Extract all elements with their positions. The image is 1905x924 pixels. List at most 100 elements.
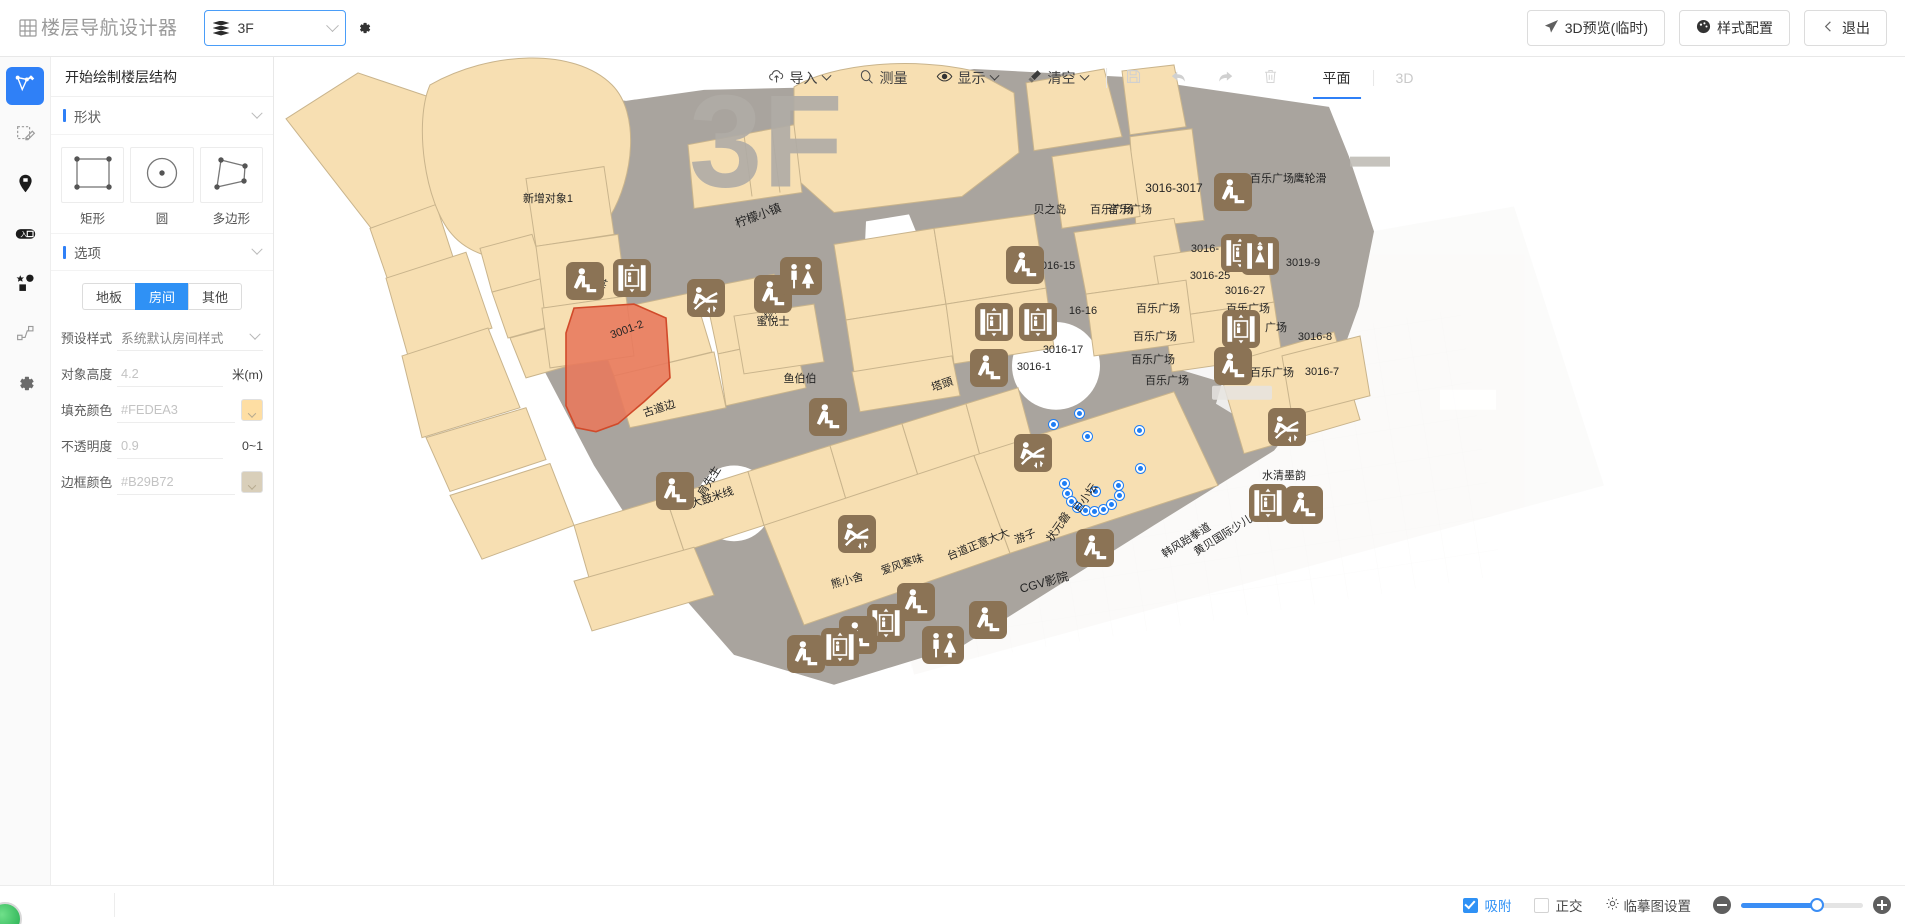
preset-style-select[interactable]: 系统默认房间样式 [117, 325, 263, 351]
options-section-header[interactable]: 选项 [51, 233, 273, 271]
status-bar-right: 吸附 正交 临摹图设置 [1463, 895, 1892, 915]
map-marker-stairs-icon[interactable] [1076, 529, 1114, 567]
shape-section-header[interactable]: 形状 [51, 97, 273, 135]
map-marker-stairs-icon[interactable] [656, 472, 694, 510]
map-marker-stairs-icon[interactable] [809, 398, 847, 436]
map-marker-stairs-icon[interactable] [566, 262, 604, 300]
zoom-slider[interactable] [1741, 903, 1863, 908]
exit-label: 退出 [1842, 18, 1870, 38]
panel-heading: 开始绘制楼层结构 [51, 57, 273, 97]
fill-color-swatch[interactable] [241, 399, 263, 421]
field-preset-style: 预设样式 系统默认房间样式 [51, 324, 273, 351]
map-marker-stairs-icon[interactable] [787, 635, 825, 673]
zoom-out-icon[interactable] [1713, 896, 1731, 914]
sidebar-item-settings-tool[interactable] [6, 367, 44, 405]
chevron-down-icon [1079, 70, 1089, 80]
save-icon [1125, 68, 1142, 88]
tab-floor[interactable]: 地板 [82, 283, 135, 310]
map-marker-escalator-icon[interactable] [687, 279, 725, 317]
reference-image-settings[interactable]: 临摹图设置 [1605, 895, 1692, 915]
zoom-slider-knob[interactable] [1810, 898, 1824, 912]
sidebar-item-entrance-tool[interactable]: 入 [6, 217, 44, 255]
display-tool[interactable]: 显示 [922, 57, 1012, 99]
zoom-control [1713, 896, 1891, 914]
tab-room[interactable]: 房间 [135, 283, 188, 310]
measure-label: 测量 [880, 68, 908, 88]
map-marker-elevator-icon[interactable] [1222, 310, 1260, 348]
field-border-color: 边框颜色 #B29B72 [51, 468, 273, 495]
tab-plan[interactable]: 平面 [1301, 57, 1373, 99]
map-marker-escalator-icon[interactable] [1014, 434, 1052, 472]
tab-3d[interactable]: 3D [1374, 57, 1436, 99]
import-tool[interactable]: 导入 [754, 57, 844, 99]
map-marker-stairs-icon[interactable] [1285, 486, 1323, 524]
chevron-down-icon [249, 329, 260, 340]
map-marker-stairs-icon[interactable] [969, 601, 1007, 639]
map-marker-stairs-icon[interactable] [1214, 347, 1252, 385]
fill-color-input[interactable]: #FEDEA3 [117, 397, 235, 423]
ortho-checkbox[interactable]: 正交 [1534, 895, 1583, 915]
map-marker-elevator-icon[interactable] [975, 303, 1013, 341]
undo-tool[interactable] [1156, 57, 1202, 99]
zoom-in-icon[interactable] [1873, 896, 1891, 914]
map-marker-escalator-icon[interactable] [1268, 408, 1306, 446]
floor-map-svg[interactable]: 3F [274, 57, 1905, 885]
style-config-button[interactable]: 样式配置 [1679, 10, 1790, 46]
clear-tool[interactable]: 清空 [1012, 57, 1102, 99]
object-height-input[interactable]: 4.2 [117, 361, 223, 387]
map-marker-stairs-icon[interactable] [970, 349, 1008, 387]
measure-tool[interactable]: 测量 [844, 57, 922, 99]
field-fill-color: 填充颜色 #FEDEA3 [51, 396, 273, 423]
border-color-swatch[interactable] [241, 471, 263, 493]
save-tool[interactable] [1111, 57, 1156, 99]
3d-preview-button[interactable]: 3D预览(临时) [1527, 10, 1665, 46]
section-accent-bar [63, 246, 66, 259]
map-marker-elevator-icon[interactable] [1249, 484, 1287, 522]
redo-tool[interactable] [1202, 57, 1248, 99]
3d-preview-label: 3D预览(临时) [1565, 18, 1648, 38]
sidebar-item-edit-region-tool[interactable] [6, 117, 44, 155]
section-accent-bar [63, 109, 66, 122]
brand: 楼层导航设计器 [18, 18, 178, 38]
field-object-height: 对象高度 4.2 米(m) [51, 360, 273, 387]
map-marker-elevator-icon[interactable] [821, 628, 859, 666]
map-marker-stairs-icon[interactable] [1006, 246, 1044, 284]
polygon-shape-icon [207, 153, 255, 198]
sidebar-item-path-tool[interactable] [6, 317, 44, 355]
shape-rectangle[interactable]: 矩形 [61, 147, 124, 227]
sidebar-item-draw-tool[interactable] [6, 67, 44, 105]
delete-tool[interactable] [1248, 57, 1293, 99]
sidebar-item-poi-tool[interactable] [6, 167, 44, 205]
shape-circle[interactable]: 圆 [130, 147, 193, 227]
eye-icon [936, 68, 953, 88]
topbar-actions: 3D预览(临时) 样式配置 退出 [1527, 10, 1887, 46]
floor-selector[interactable]: 3F [204, 10, 346, 46]
undo-icon [1170, 68, 1188, 89]
floor-settings-gear-icon[interactable] [356, 20, 372, 36]
map-marker-restroom-icon[interactable] [922, 626, 964, 664]
shape-polygon-label: 多边形 [200, 208, 263, 227]
map-marker-stairs-icon[interactable] [1214, 173, 1252, 211]
cloud-upload-icon [768, 68, 785, 88]
opacity-input[interactable]: 0.9 [117, 433, 223, 459]
field-border-color-label: 边框颜色 [61, 472, 117, 491]
sidebar-item-marker-tool[interactable] [6, 267, 44, 305]
map-canvas[interactable]: 3F [274, 57, 1905, 885]
map-marker-elevator-icon[interactable] [613, 259, 651, 297]
chevron-down-icon [248, 481, 256, 489]
gear-icon [1605, 896, 1620, 914]
map-marker-escalator-icon[interactable] [838, 515, 876, 553]
map-marker-elevator-woman-icon[interactable] [1241, 237, 1279, 275]
toolbar-divider [1106, 68, 1107, 88]
trash-icon [1262, 68, 1279, 88]
snap-checkbox[interactable]: 吸附 [1463, 895, 1512, 915]
chevron-down-icon[interactable] [251, 244, 262, 255]
properties-panel: 开始绘制楼层结构 形状 矩形 [51, 57, 274, 885]
shape-polygon[interactable]: 多边形 [200, 147, 263, 227]
map-marker-elevator-icon[interactable] [1019, 303, 1057, 341]
chevron-down-icon[interactable] [251, 107, 262, 118]
tab-other[interactable]: 其他 [188, 283, 242, 310]
exit-button[interactable]: 退出 [1804, 10, 1887, 46]
border-color-input[interactable]: #B29B72 [117, 469, 235, 495]
map-marker-restroom-icon[interactable] [780, 257, 822, 295]
